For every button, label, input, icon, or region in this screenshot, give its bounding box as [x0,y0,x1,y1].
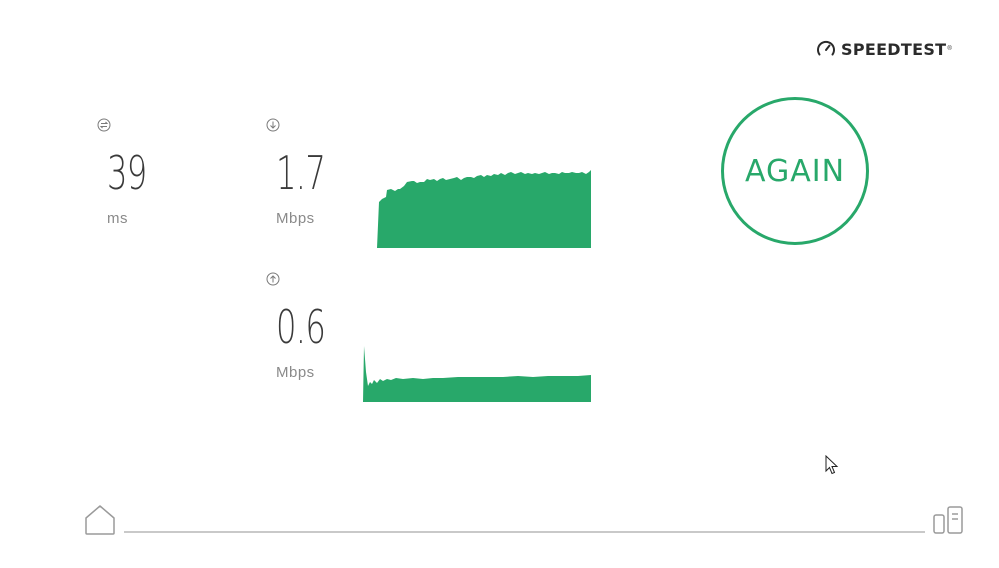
download-arrow-icon [266,118,280,132]
brand-logo: SPEEDTEST ® [816,38,952,60]
mouse-cursor-icon [825,455,839,475]
ping-icon [97,118,111,132]
download-unit: Mbps [276,210,315,227]
ping-value: 39 [107,146,147,200]
upload-graph-area [363,346,591,402]
progress-line [124,531,925,533]
brand-trademark: ® [947,46,952,52]
download-value: 1.7 [276,146,326,200]
upload-arrow-icon [266,272,280,286]
download-graph-area [377,170,591,248]
upload-speed-graph [363,346,591,402]
server-icon[interactable] [933,506,965,534]
ping-unit: ms [107,210,128,227]
upload-value: 0.6 [276,300,326,354]
again-button[interactable]: AGAIN [721,97,869,245]
download-speed-graph [377,170,591,248]
upload-unit: Mbps [276,364,315,381]
home-icon[interactable] [84,504,116,536]
speedtest-results-screen: SPEEDTEST ® 39 ms 1.7 Mbps 0.6 Mbps AGAI… [0,0,999,568]
speedometer-icon [817,40,835,56]
brand-name: SPEEDTEST [841,39,947,59]
